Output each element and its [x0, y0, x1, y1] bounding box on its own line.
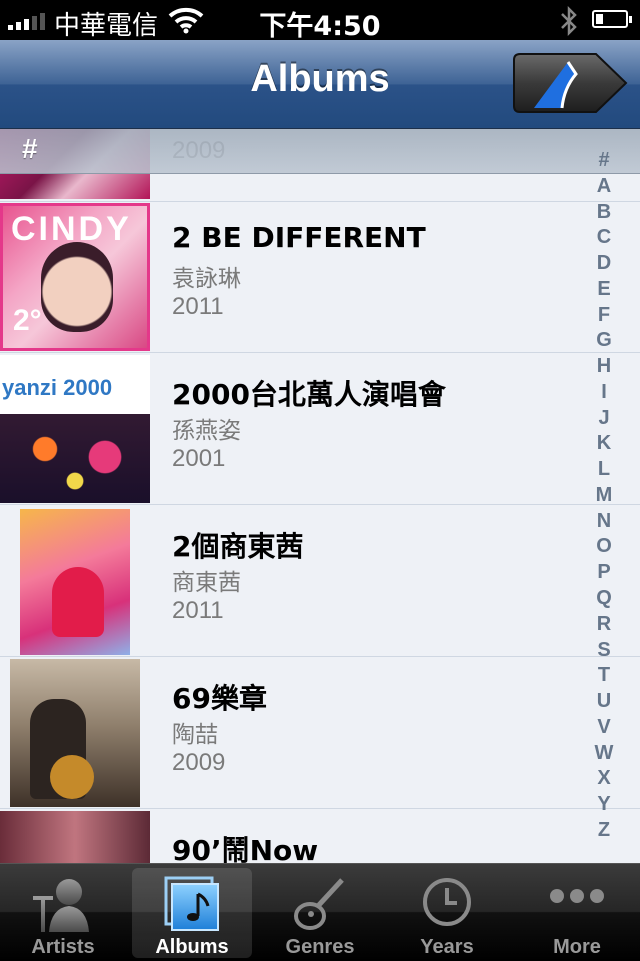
index-letter[interactable]: D: [597, 253, 611, 273]
index-letter[interactable]: A: [597, 176, 611, 196]
index-letter[interactable]: O: [596, 536, 612, 556]
tab-albums[interactable]: Albums: [132, 868, 252, 958]
index-letter[interactable]: E: [597, 279, 610, 299]
status-time: 下午4:50: [259, 11, 381, 42]
tab-label: Albums: [155, 936, 229, 958]
index-letter[interactable]: X: [597, 768, 610, 788]
tab-label: Genres: [285, 936, 355, 958]
tab-genres[interactable]: Genres: [260, 868, 380, 958]
index-letter[interactable]: Z: [598, 820, 610, 840]
index-letter[interactable]: #: [598, 150, 609, 170]
tab-label: Years: [420, 936, 474, 958]
album-title: 2000台北萬人演唱會: [172, 378, 446, 411]
list-item[interactable]: 69樂章 陶喆 2009: [0, 657, 640, 809]
index-letter[interactable]: L: [598, 459, 610, 479]
index-letter[interactable]: C: [597, 227, 611, 247]
index-letter[interactable]: W: [595, 743, 614, 763]
album-artist: 商東茜: [172, 570, 241, 596]
index-letter[interactable]: Q: [596, 588, 612, 608]
tab-bar: Artists Albums Genres Years More: [0, 863, 640, 961]
album-title: 2個商東茜: [172, 530, 304, 563]
index-letter[interactable]: R: [597, 614, 611, 634]
more-dots-icon: [550, 889, 604, 903]
album-title: 90’鬧Now: [172, 834, 319, 863]
guitar-icon: [294, 878, 344, 930]
album-artist: 孫燕姿: [172, 418, 241, 444]
index-letter[interactable]: N: [597, 511, 611, 531]
album-artist: 陶喆: [172, 722, 218, 748]
index-letter[interactable]: Y: [597, 794, 610, 814]
album-year: 2009: [172, 749, 226, 776]
artist-silhouette-icon: [33, 879, 89, 932]
index-letter[interactable]: K: [597, 433, 611, 453]
index-letter[interactable]: P: [597, 562, 610, 582]
list-item[interactable]: 90’鬧Now: [0, 809, 640, 863]
list-item[interactable]: yanzi 2000 2000台北萬人演唱會 孫燕姿 2001: [0, 353, 640, 505]
album-cover: yanzi 2000: [0, 355, 150, 503]
album-year: 2011: [172, 293, 224, 320]
index-letter[interactable]: B: [597, 202, 611, 222]
album-list[interactable]: 2009 # CINDY 2° 2 BE DIFFERENT 袁詠琳 2011 …: [0, 129, 640, 863]
section-index[interactable]: # A B C D E F G H I J K L M N O P Q R S T U V W X Y Z: [588, 150, 620, 840]
album-music-icon: [164, 876, 219, 931]
index-letter[interactable]: T: [598, 665, 610, 685]
index-letter[interactable]: S: [597, 640, 610, 660]
status-bar: 中華電信 下午4:50: [0, 0, 640, 42]
battery-icon: [592, 10, 632, 28]
index-letter[interactable]: G: [596, 330, 612, 350]
album-year: 2011: [172, 597, 224, 624]
index-letter[interactable]: M: [596, 485, 613, 505]
album-cover: CINDY 2°: [0, 203, 150, 351]
index-letter[interactable]: J: [598, 408, 609, 428]
tab-label: More: [553, 936, 601, 958]
tab-more[interactable]: More: [517, 868, 637, 958]
tab-years[interactable]: Years: [387, 868, 507, 958]
bluetooth-icon: [561, 6, 577, 36]
list-item[interactable]: 2個商東茜 商東茜 2011: [0, 505, 640, 657]
index-letter[interactable]: I: [601, 382, 607, 402]
tab-label: Artists: [31, 936, 95, 958]
list-item[interactable]: CINDY 2° 2 BE DIFFERENT 袁詠琳 2011: [0, 201, 640, 353]
album-title: 2 BE DIFFERENT: [172, 221, 426, 254]
now-playing-arrow-icon[interactable]: [512, 52, 630, 114]
navigation-bar: Albums: [0, 40, 640, 129]
index-letter[interactable]: F: [598, 305, 610, 325]
index-letter[interactable]: U: [597, 691, 611, 711]
index-letter[interactable]: V: [597, 717, 610, 737]
album-cover: [0, 811, 150, 863]
index-letter[interactable]: H: [597, 356, 611, 376]
album-cover: [0, 507, 150, 655]
section-header: #: [0, 129, 640, 174]
album-cover: [0, 659, 150, 807]
album-year: 2001: [172, 445, 226, 472]
clock-icon: [423, 878, 471, 926]
album-title: 69樂章: [172, 682, 267, 715]
tab-artists[interactable]: Artists: [3, 868, 123, 958]
album-artist: 袁詠琳: [172, 266, 241, 292]
